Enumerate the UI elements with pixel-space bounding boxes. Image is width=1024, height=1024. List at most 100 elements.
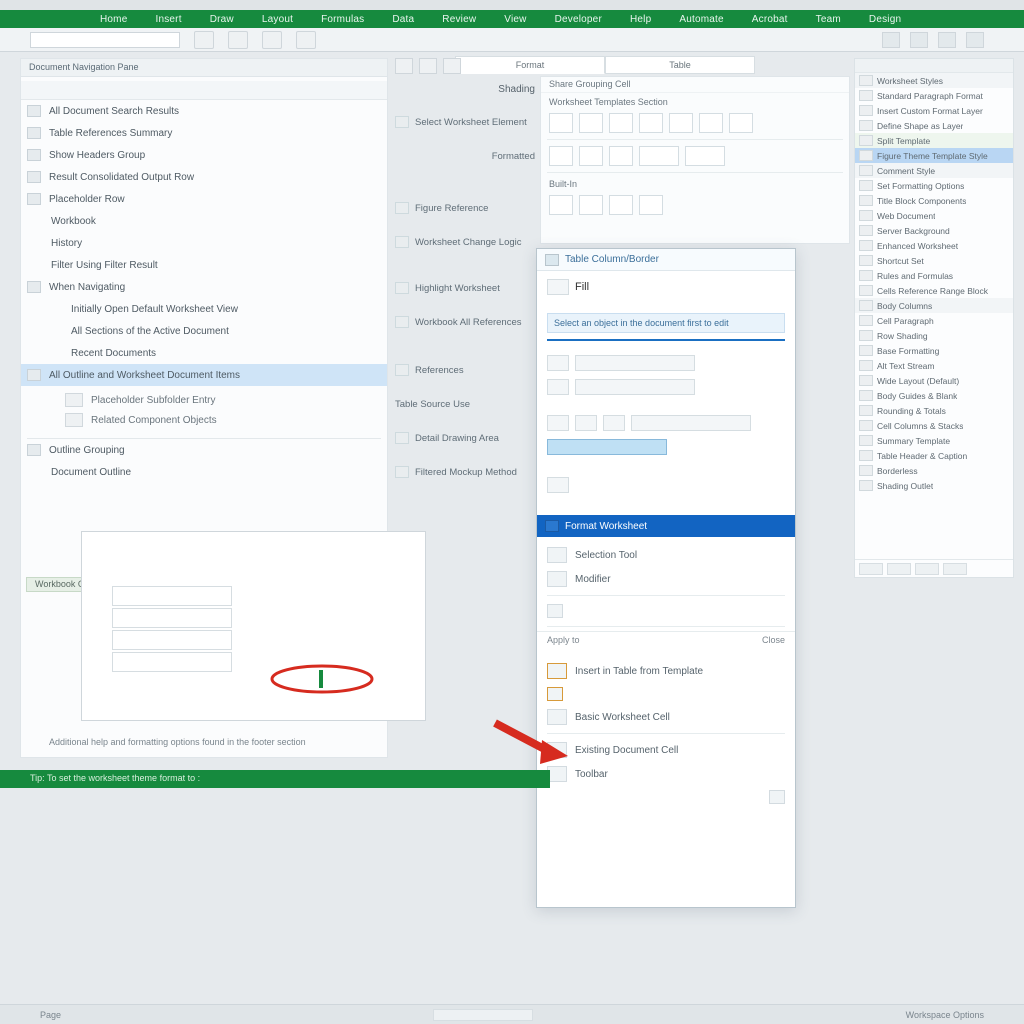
nav-item[interactable]: Table References Summary [21,122,387,144]
template-icon[interactable] [547,687,563,701]
fill-tab-icon[interactable] [547,279,569,295]
style-thumbnail[interactable] [699,113,723,133]
style-item[interactable]: Standard Paragraph Format [855,88,1013,103]
panel-section-header[interactable]: Format Worksheet [537,515,795,537]
ribbon-tab[interactable]: Layout [262,14,293,25]
pane-tab[interactable] [887,563,911,575]
ribbon-tab[interactable]: View [504,14,526,25]
property-row[interactable]: Worksheet Change Logic [395,229,535,255]
panel-option[interactable]: Basic Worksheet Cell [537,705,795,729]
style-item[interactable]: Borderless [855,463,1013,478]
nav-item[interactable]: Placeholder Row [21,188,387,210]
nav-item[interactable]: All Document Search Results [21,100,387,122]
close-link[interactable]: Close [762,635,785,650]
style-item[interactable]: Split Template [855,133,1013,148]
nav-subitem[interactable]: Document Outline [21,461,387,483]
style-item[interactable]: Cell Paragraph [855,313,1013,328]
toolbar-icon[interactable] [938,32,956,48]
style-thumbnail[interactable] [579,195,603,215]
ribbon-tab[interactable]: Developer [555,14,602,25]
pane-tab[interactable] [915,563,939,575]
refresh-button[interactable] [262,31,282,49]
style-thumbnail[interactable] [579,113,603,133]
style-item[interactable]: Comment Style [855,163,1013,178]
format-icon[interactable] [547,477,569,493]
style-item[interactable]: Insert Custom Format Layer [855,103,1013,118]
panel-option[interactable]: Insert in Table from Template [537,659,795,683]
property-icon[interactable] [443,58,461,74]
indent-control[interactable] [547,355,569,371]
indent-control[interactable] [547,379,569,395]
toolbar-button[interactable] [296,31,316,49]
property-row[interactable]: Figure Reference [395,195,535,221]
ribbon-tab[interactable]: Formulas [321,14,364,25]
nav-subitem[interactable]: Placeholder Subfolder Entry [35,390,381,410]
nav-subitem[interactable]: History [21,232,387,254]
style-item[interactable]: Body Columns [855,298,1013,313]
nav-subitem[interactable]: Workbook [21,210,387,232]
style-item[interactable]: Enhanced Worksheet [855,238,1013,253]
style-thumbnail[interactable] [549,195,573,215]
style-thumbnail[interactable] [609,113,633,133]
panel-option[interactable]: Existing Document Cell [537,738,795,762]
ribbon-tab[interactable]: Design [869,14,901,25]
tab-table[interactable]: Table [605,56,755,74]
panel-option[interactable]: Toolbar [537,762,795,786]
ribbon-tab[interactable]: Home [100,14,127,25]
nav-item[interactable]: Result Consolidated Output Row [21,166,387,188]
style-item[interactable]: Rules and Formulas [855,268,1013,283]
ribbon-tab[interactable]: Insert [155,14,181,25]
pane-tab[interactable] [859,563,883,575]
ribbon-tab[interactable]: Draw [210,14,234,25]
style-item[interactable]: Wide Layout (Default) [855,373,1013,388]
ribbon-tab[interactable]: Data [392,14,414,25]
style-thumbnail[interactable] [639,195,663,215]
style-item[interactable]: Set Formatting Options [855,178,1013,193]
style-item[interactable]: Define Shape as Layer [855,118,1013,133]
property-icon[interactable] [419,58,437,74]
chart-icon[interactable] [882,32,900,48]
property-row[interactable]: Select Worksheet Element [395,109,535,135]
option-icon[interactable] [547,604,563,618]
style-item[interactable]: Body Guides & Blank [855,388,1013,403]
undo-button[interactable] [194,31,214,49]
value-field[interactable] [575,379,695,395]
nav-item[interactable]: Show Headers Group [21,144,387,166]
align-control[interactable] [575,415,597,431]
property-row[interactable]: Filtered Mockup Method [395,459,535,485]
property-row[interactable]: Detail Drawing Area [395,425,535,451]
style-thumbnail[interactable] [685,146,725,166]
style-item[interactable]: Shading Outlet [855,478,1013,493]
style-item[interactable]: Web Document [855,208,1013,223]
property-row[interactable]: Formatted [395,143,535,169]
style-item[interactable]: Cells Reference Range Block [855,283,1013,298]
style-item[interactable]: Worksheet Styles [855,73,1013,88]
style-item[interactable]: Base Formatting [855,343,1013,358]
style-item[interactable]: Rounding & Totals [855,403,1013,418]
style-item[interactable]: Cell Columns & Stacks [855,418,1013,433]
property-row[interactable]: References [395,357,535,383]
align-control[interactable] [603,415,625,431]
style-thumbnail[interactable] [729,113,753,133]
panel-option[interactable]: Selection Tool [537,543,795,567]
settings-icon[interactable] [910,32,928,48]
style-item[interactable]: Row Shading [855,328,1013,343]
more-icon[interactable] [769,790,785,804]
style-item[interactable]: Server Background [855,223,1013,238]
toolbar-icon[interactable] [966,32,984,48]
value-field[interactable] [575,355,695,371]
style-thumbnail[interactable] [639,146,679,166]
slider[interactable] [547,439,667,455]
style-thumbnail[interactable] [549,113,573,133]
ribbon-tab[interactable]: Acrobat [752,14,788,25]
value-field[interactable] [631,415,751,431]
style-item[interactable]: Summary Template [855,433,1013,448]
align-control[interactable] [547,415,569,431]
ribbon-tab[interactable]: Help [630,14,651,25]
ribbon-tab[interactable]: Automate [679,14,723,25]
style-item[interactable]: Title Block Components [855,193,1013,208]
nav-subitem[interactable]: All Sections of the Active Document [21,320,387,342]
style-thumbnail[interactable] [549,146,573,166]
style-thumbnail[interactable] [609,195,633,215]
style-thumbnail[interactable] [639,113,663,133]
